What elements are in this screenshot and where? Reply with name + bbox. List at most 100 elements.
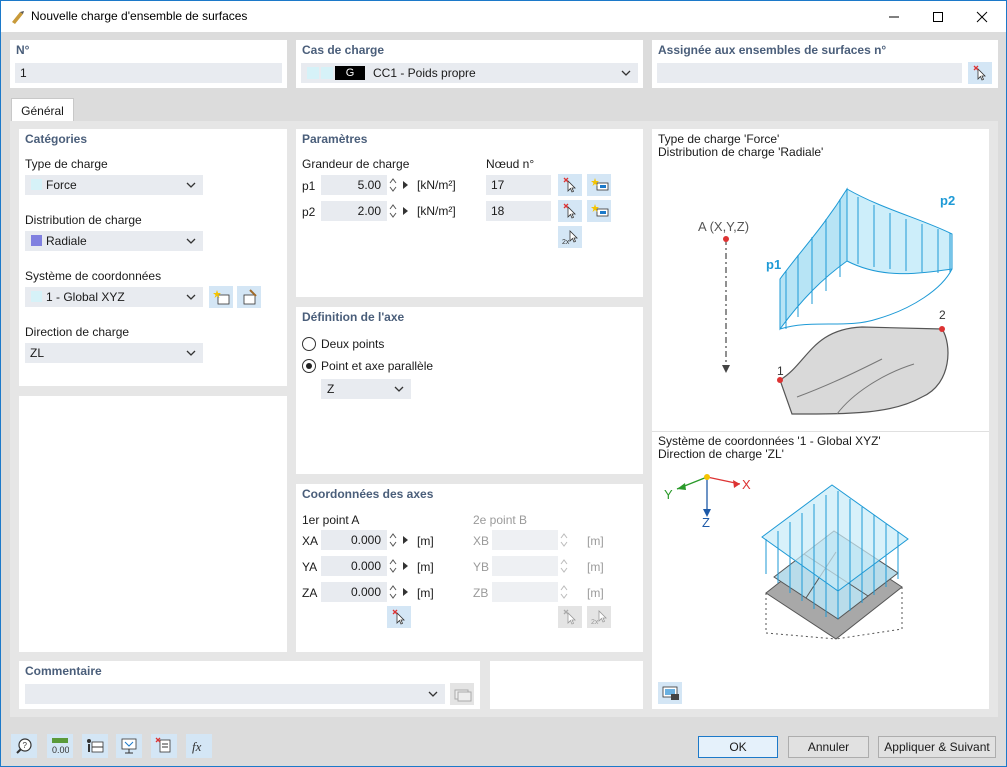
svg-text:?: ? xyxy=(23,741,28,750)
edit-coord-system-icon xyxy=(243,289,257,305)
load-type-select[interactable]: Force xyxy=(25,175,203,195)
coord-system-diagram: X Y Z xyxy=(664,474,909,640)
spin-arrows-icon xyxy=(560,585,568,599)
comment-panel: Commentaire xyxy=(19,661,480,709)
pick-cursor-icon xyxy=(392,609,405,625)
minimize-icon xyxy=(889,16,899,17)
distribution-label: Distribution de charge xyxy=(25,213,142,227)
help-button[interactable]: ? xyxy=(11,734,37,758)
categories-panel: Catégories Type de charge Force Distribu… xyxy=(19,129,287,386)
preview-bottom-line2: Direction de charge 'ZL' xyxy=(658,447,784,461)
coord-system-swatch xyxy=(31,291,42,302)
radio-point-parallel-axis[interactable] xyxy=(302,359,316,373)
select-objects-icon xyxy=(155,737,171,753)
info-button[interactable] xyxy=(82,734,108,758)
spin-arrows-icon[interactable] xyxy=(388,583,398,601)
p2-input[interactable]: 2.00 xyxy=(321,201,411,221)
axis-value: Z xyxy=(327,382,335,396)
play-icon[interactable] xyxy=(402,180,410,190)
comment-select[interactable] xyxy=(25,684,445,704)
pick-point-a-button[interactable] xyxy=(387,606,411,628)
za-input[interactable]: 0.000 xyxy=(321,582,411,602)
edit-coord-system-button[interactable] xyxy=(237,286,261,308)
apply-next-button[interactable]: Appliquer & Suivant xyxy=(878,736,996,758)
load-direction-select[interactable]: ZL xyxy=(25,343,203,363)
ok-button[interactable]: OK xyxy=(698,736,778,758)
preview-options-button[interactable] xyxy=(658,682,682,704)
load-case-code: G xyxy=(335,66,365,80)
spin-arrows-icon[interactable] xyxy=(388,202,398,220)
xa-value[interactable]: 0.000 xyxy=(321,530,387,550)
play-icon[interactable] xyxy=(402,535,410,545)
axis-definition-title: Définition de l'axe xyxy=(302,310,405,324)
xa-input[interactable]: 0.000 xyxy=(321,530,411,550)
new-coord-system-icon xyxy=(213,290,230,305)
chevron-down-icon xyxy=(428,691,438,697)
za-unit: [m] xyxy=(417,586,434,600)
p2-node-field[interactable]: 18 xyxy=(486,201,551,221)
spin-arrows-icon[interactable] xyxy=(388,176,398,194)
load-case-select[interactable]: G CC1 - Poids propre xyxy=(301,63,638,83)
load-case-swatch xyxy=(307,67,319,79)
p1-new-node-button[interactable] xyxy=(587,174,611,196)
number-field[interactable]: 1 xyxy=(15,63,282,83)
ya-input[interactable]: 0.000 xyxy=(321,556,411,576)
p1-label: p1 xyxy=(302,179,316,193)
spin-arrows-icon[interactable] xyxy=(388,531,398,549)
radio-two-points[interactable] xyxy=(302,337,316,351)
maximize-button[interactable] xyxy=(916,1,960,32)
magnitude-label: Grandeur de charge xyxy=(302,157,410,171)
axis-select[interactable]: Z xyxy=(321,379,411,399)
close-button[interactable] xyxy=(960,1,1004,32)
play-icon[interactable] xyxy=(402,587,410,597)
za-value[interactable]: 0.000 xyxy=(321,582,387,602)
node-1-label: 1 xyxy=(777,364,784,378)
spin-arrows-icon[interactable] xyxy=(388,557,398,575)
pick-surfaces-button[interactable] xyxy=(968,62,992,84)
svg-text:0.00: 0.00 xyxy=(52,745,69,755)
help-search-icon: ? xyxy=(16,738,32,754)
p2-pick-node-button[interactable] xyxy=(558,200,582,222)
yb-value xyxy=(492,556,558,576)
chevron-down-icon xyxy=(186,294,196,300)
zb-unit: [m] xyxy=(587,586,604,600)
xb-value xyxy=(492,530,558,550)
zb-value xyxy=(492,582,558,602)
monitor-icon xyxy=(121,738,137,754)
parameters-title: Paramètres xyxy=(302,132,368,146)
p1-node-field[interactable]: 17 xyxy=(486,175,551,195)
play-icon[interactable] xyxy=(402,561,410,571)
pick-two-nodes-button[interactable]: 2x xyxy=(558,226,582,248)
p2-value[interactable]: 2.00 xyxy=(321,201,387,221)
p2-new-node-button[interactable] xyxy=(587,200,611,222)
tab-general[interactable]: Général xyxy=(11,98,74,122)
view-button[interactable] xyxy=(116,734,142,758)
p1-value[interactable]: 5.00 xyxy=(321,175,387,195)
pick-cursor-icon xyxy=(563,609,576,625)
new-node-icon xyxy=(591,178,609,191)
pick-two-points-button: 2x xyxy=(587,606,611,628)
load-case-panel: Cas de charge G CC1 - Poids propre xyxy=(296,40,643,88)
chevron-down-icon xyxy=(621,70,631,76)
p1-input[interactable]: 5.00 xyxy=(321,175,411,195)
radio-two-points-label[interactable]: Deux points xyxy=(321,337,384,351)
select-objects-button[interactable] xyxy=(151,734,177,758)
point-b-label: 2e point B xyxy=(473,513,528,527)
point-a-label: 1er point A xyxy=(302,513,360,527)
new-coord-system-button[interactable] xyxy=(209,286,233,308)
formula-button[interactable]: fx xyxy=(186,734,212,758)
play-icon[interactable] xyxy=(402,206,410,216)
units-button[interactable]: 0.00 xyxy=(47,734,73,758)
maximize-icon xyxy=(933,11,943,22)
parameters-panel: Paramètres Grandeur de charge Nœud n° p1… xyxy=(296,129,643,297)
load-case-label: Cas de charge xyxy=(302,43,385,57)
assigned-field[interactable] xyxy=(657,63,962,83)
distribution-select[interactable]: Radiale xyxy=(25,231,203,251)
coord-system-select[interactable]: 1 - Global XYZ xyxy=(25,287,203,307)
cancel-button[interactable]: Annuler xyxy=(788,736,869,758)
ya-value[interactable]: 0.000 xyxy=(321,556,387,576)
minimize-button[interactable] xyxy=(872,1,916,32)
app-icon xyxy=(12,11,24,24)
radio-point-parallel-axis-label[interactable]: Point et axe parallèle xyxy=(321,359,433,373)
p1-pick-node-button[interactable] xyxy=(558,174,582,196)
